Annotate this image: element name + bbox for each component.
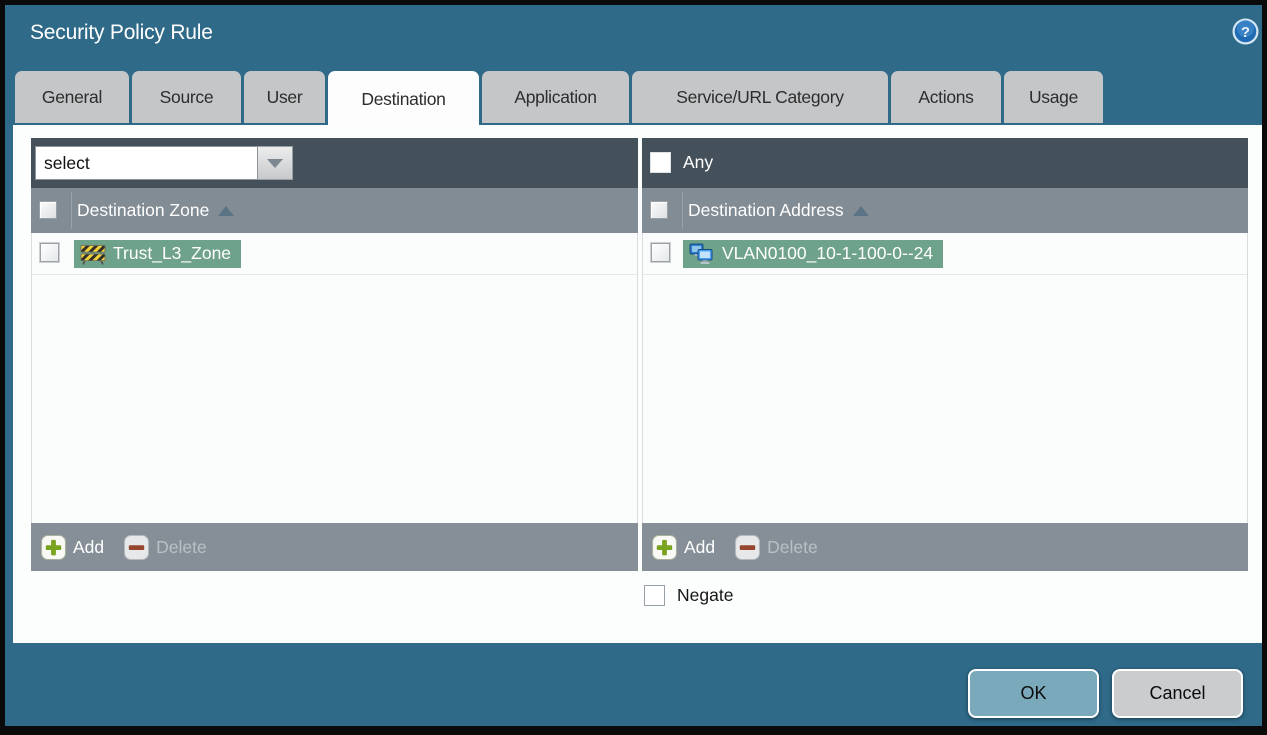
destination-address-panel: Any Destination Address VLAN0100_10-1-10… [642, 138, 1248, 571]
add-button-label: Add [73, 536, 105, 557]
tab-user[interactable]: User [244, 71, 325, 123]
address-row-checkbox[interactable] [651, 243, 670, 262]
sort-ascending-icon [218, 205, 235, 216]
address-table-body: VLAN0100_10-1-100-0--24 [642, 233, 1248, 523]
svg-text:?: ? [1241, 24, 1250, 41]
chevron-down-icon [267, 158, 283, 168]
cancel-button[interactable]: Cancel [1112, 669, 1243, 718]
minus-icon [124, 534, 150, 560]
dialog-title: Security Policy Rule [30, 21, 213, 44]
select-all-addresses-checkbox[interactable] [650, 201, 668, 219]
security-policy-rule-dialog: Security Policy Rule ? General Source Us… [0, 0, 1267, 735]
add-address-button[interactable]: Add [652, 534, 716, 560]
ok-button[interactable]: OK [968, 669, 1099, 718]
zone-panel-toolbar [31, 138, 638, 188]
zone-panel-footer: Add Delete [31, 523, 638, 571]
address-icon [689, 243, 715, 265]
any-address-checkbox[interactable] [650, 152, 671, 173]
table-row: VLAN0100_10-1-100-0--24 [643, 233, 1247, 275]
zone-table-header: Destination Zone [31, 188, 638, 233]
tab-application[interactable]: Application [482, 71, 629, 123]
add-button-label: Add [684, 536, 716, 557]
zone-row-checkbox[interactable] [40, 243, 59, 262]
delete-address-button[interactable]: Delete [735, 534, 818, 560]
zone-select-input[interactable] [35, 146, 258, 180]
destination-zone-panel: Destination Zone [31, 138, 638, 571]
tab-actions[interactable]: Actions [891, 71, 1001, 123]
zone-select-combo [35, 146, 293, 180]
header-divider [682, 192, 683, 229]
tab-source[interactable]: Source [132, 71, 241, 123]
negate-label: Negate [677, 585, 734, 605]
destination-zone-column-header[interactable]: Destination Zone [77, 200, 209, 221]
zone-item[interactable]: Trust_L3_Zone [74, 239, 242, 268]
destination-address-column-header[interactable]: Destination Address [688, 200, 844, 221]
address-table-header: Destination Address [642, 188, 1248, 233]
negate-checkbox[interactable] [644, 585, 665, 606]
tab-general[interactable]: General [15, 71, 129, 123]
address-item-label: VLAN0100_10-1-100-0--24 [722, 243, 934, 263]
delete-button-label: Delete [156, 536, 207, 557]
zone-select-dropdown-button[interactable] [258, 146, 293, 180]
destination-tab-content: Destination Zone [13, 125, 1262, 643]
tab-bar: General Source User Destination Applicat… [15, 71, 1106, 127]
address-panel-footer: Add Delete [642, 523, 1248, 571]
delete-zone-button[interactable]: Delete [124, 534, 207, 560]
negate-option: Negate [644, 585, 733, 606]
plus-icon [652, 534, 677, 560]
zone-item-label: Trust_L3_Zone [113, 243, 232, 263]
sort-ascending-icon [852, 205, 869, 216]
tab-service-url-category[interactable]: Service/URL Category [632, 71, 888, 123]
address-item[interactable]: VLAN0100_10-1-100-0--24 [683, 239, 944, 268]
table-row: Trust_L3_Zone [32, 233, 637, 275]
any-label: Any [683, 152, 714, 172]
select-all-zones-checkbox[interactable] [39, 201, 57, 219]
dialog-background: Security Policy Rule ? General Source Us… [5, 5, 1262, 726]
header-divider [71, 192, 72, 229]
tab-destination[interactable]: Destination [328, 71, 479, 127]
zone-icon [80, 243, 106, 265]
delete-button-label: Delete [767, 536, 818, 557]
tab-usage[interactable]: Usage [1004, 71, 1103, 123]
add-zone-button[interactable]: Add [41, 534, 105, 560]
minus-icon [735, 534, 761, 560]
zone-table-body: Trust_L3_Zone [31, 233, 638, 523]
help-icon[interactable]: ? [1232, 18, 1259, 45]
plus-icon [41, 534, 66, 560]
address-panel-toolbar: Any [642, 138, 1248, 188]
